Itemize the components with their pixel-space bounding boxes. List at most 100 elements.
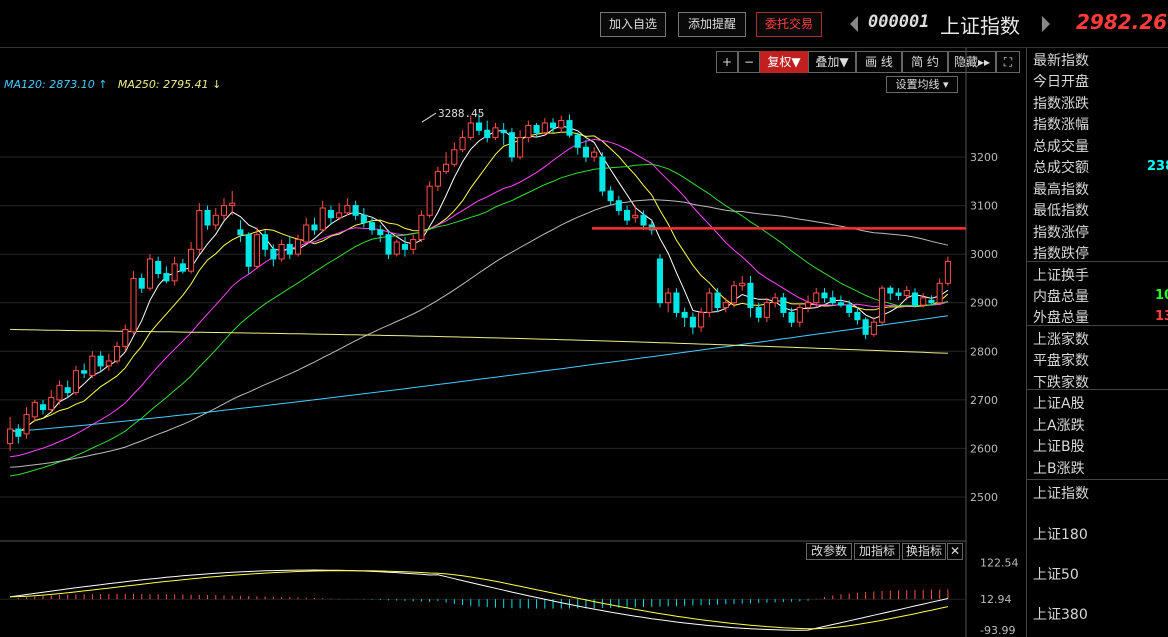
candle-body bbox=[681, 311, 688, 318]
candle-body bbox=[319, 207, 326, 231]
candle-body bbox=[747, 282, 754, 309]
candle-body bbox=[879, 287, 886, 323]
panel-label[interactable]: 上证指数 bbox=[1033, 483, 1089, 503]
candle-body bbox=[911, 292, 919, 306]
y-tick-label: 2900 bbox=[970, 297, 998, 310]
panel-label: 上证B股 bbox=[1033, 439, 1085, 455]
next-stock-icon[interactable] bbox=[1042, 16, 1050, 32]
candle-body bbox=[204, 209, 211, 226]
candle-body bbox=[114, 345, 121, 362]
last-price: 2982.26 bbox=[1076, 10, 1168, 34]
candle-body bbox=[706, 292, 713, 313]
candle-body bbox=[418, 214, 425, 241]
candle-body bbox=[714, 292, 721, 309]
panel-label: 总成交额 bbox=[1033, 160, 1089, 176]
candle-body bbox=[936, 282, 943, 304]
change-indicator-button[interactable]: 换指标 bbox=[902, 543, 946, 560]
edit-params-button[interactable]: 改参数 bbox=[806, 543, 852, 560]
candle-body bbox=[500, 129, 507, 134]
candle-body bbox=[862, 319, 869, 335]
candle-body bbox=[155, 260, 162, 275]
panel-value: 13 bbox=[1155, 309, 1168, 324]
candle-body bbox=[122, 328, 129, 347]
candle-body bbox=[796, 307, 803, 323]
stock-code: 000001 bbox=[868, 12, 930, 32]
candle-body bbox=[105, 360, 112, 367]
candle-body bbox=[31, 401, 38, 418]
candle-body bbox=[591, 151, 598, 158]
candle-body bbox=[130, 277, 137, 333]
candle-body bbox=[525, 124, 532, 139]
candle-body bbox=[451, 149, 458, 165]
add-indicator-button[interactable]: 加指标 bbox=[854, 543, 900, 560]
add-alert-button[interactable]: 添加提醒 bbox=[678, 12, 746, 37]
max-price-label: 3288.45 bbox=[438, 107, 484, 120]
y-tick-label: 3100 bbox=[970, 200, 998, 213]
candle-body bbox=[870, 321, 877, 335]
y-tick-label: 3000 bbox=[970, 248, 998, 261]
candle-body bbox=[15, 428, 22, 437]
candle-body bbox=[171, 263, 178, 282]
candle-body bbox=[7, 428, 14, 445]
candle-body bbox=[393, 241, 400, 255]
candle-body bbox=[632, 214, 639, 219]
candle-body bbox=[467, 122, 474, 139]
panel-label[interactable]: 上证380 bbox=[1033, 604, 1088, 624]
candle-body bbox=[533, 124, 540, 134]
candle-body bbox=[138, 277, 145, 289]
candle-body bbox=[607, 190, 614, 202]
trade-order-button[interactable]: 委托交易 bbox=[756, 12, 822, 37]
y-tick-label: 2700 bbox=[970, 394, 998, 407]
panel-label[interactable]: 上证50 bbox=[1033, 564, 1079, 584]
candle-body bbox=[278, 243, 285, 260]
candle-body bbox=[212, 214, 219, 226]
candle-body bbox=[772, 297, 779, 304]
candle-body bbox=[804, 302, 812, 309]
candle-body bbox=[821, 292, 828, 299]
panel-label: 指数涨跌 bbox=[1033, 96, 1089, 112]
panel-label: 上A涨跌 bbox=[1033, 418, 1085, 434]
candle-body bbox=[854, 311, 861, 321]
candle-body bbox=[813, 292, 820, 304]
quote-header: 加入自选 添加提醒 委托交易 000001 上证指数 2982.26 bbox=[0, 0, 1168, 48]
candle-body bbox=[730, 285, 738, 304]
candle-body bbox=[336, 212, 343, 219]
panel-label[interactable]: 上证180 bbox=[1033, 524, 1088, 544]
candle-body bbox=[459, 137, 466, 151]
candle-body bbox=[582, 146, 589, 158]
candle-body bbox=[829, 297, 836, 304]
panel-label: 内盘总量 bbox=[1033, 289, 1089, 305]
candle-body bbox=[920, 297, 927, 306]
panel-label: 上证A股 bbox=[1033, 396, 1085, 412]
candle-body bbox=[599, 156, 606, 192]
annotation-arrow bbox=[421, 112, 437, 123]
panel-label: 上证换手 bbox=[1033, 268, 1089, 284]
close-icon[interactable]: ✕ bbox=[947, 543, 963, 560]
candle-body bbox=[352, 205, 359, 216]
candle-body bbox=[780, 297, 787, 313]
ma60-line bbox=[10, 199, 949, 468]
candle-body bbox=[475, 122, 483, 131]
candle-body bbox=[188, 248, 195, 272]
ma30-line bbox=[10, 163, 949, 477]
candle-body bbox=[294, 239, 302, 255]
candle-body bbox=[23, 413, 30, 435]
candle-body bbox=[179, 263, 186, 272]
candle-body bbox=[196, 209, 203, 250]
indicator-tick-label: 12.94 bbox=[980, 593, 1012, 606]
candle-body bbox=[377, 229, 384, 236]
candle-body bbox=[72, 370, 79, 394]
y-tick-label: 3200 bbox=[970, 151, 998, 164]
add-watchlist-button[interactable]: 加入自选 bbox=[600, 12, 666, 37]
panel-label: 指数涨幅 bbox=[1033, 117, 1089, 133]
candle-body bbox=[39, 404, 47, 411]
candle-body bbox=[656, 258, 664, 304]
candle-body bbox=[722, 302, 729, 309]
prev-stock-icon[interactable] bbox=[850, 16, 858, 32]
panel-divider bbox=[1027, 479, 1168, 480]
candle-body bbox=[541, 122, 548, 134]
panel-value: 10 bbox=[1155, 288, 1168, 303]
candle-body bbox=[245, 234, 252, 267]
candle-body bbox=[401, 243, 409, 250]
panel-label: 指数跌停 bbox=[1033, 246, 1089, 262]
